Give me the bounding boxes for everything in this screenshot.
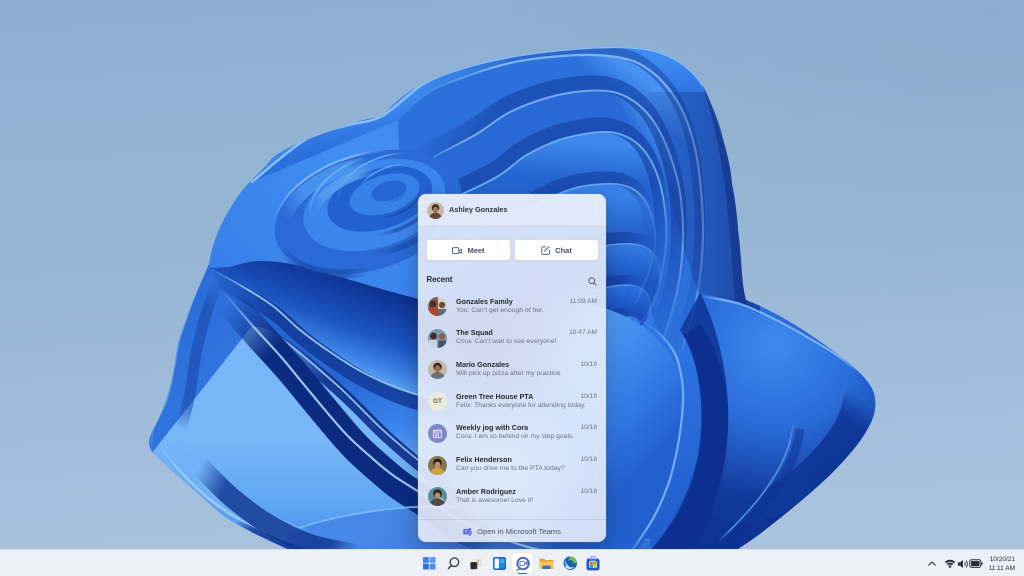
svg-text:T: T	[465, 529, 468, 534]
